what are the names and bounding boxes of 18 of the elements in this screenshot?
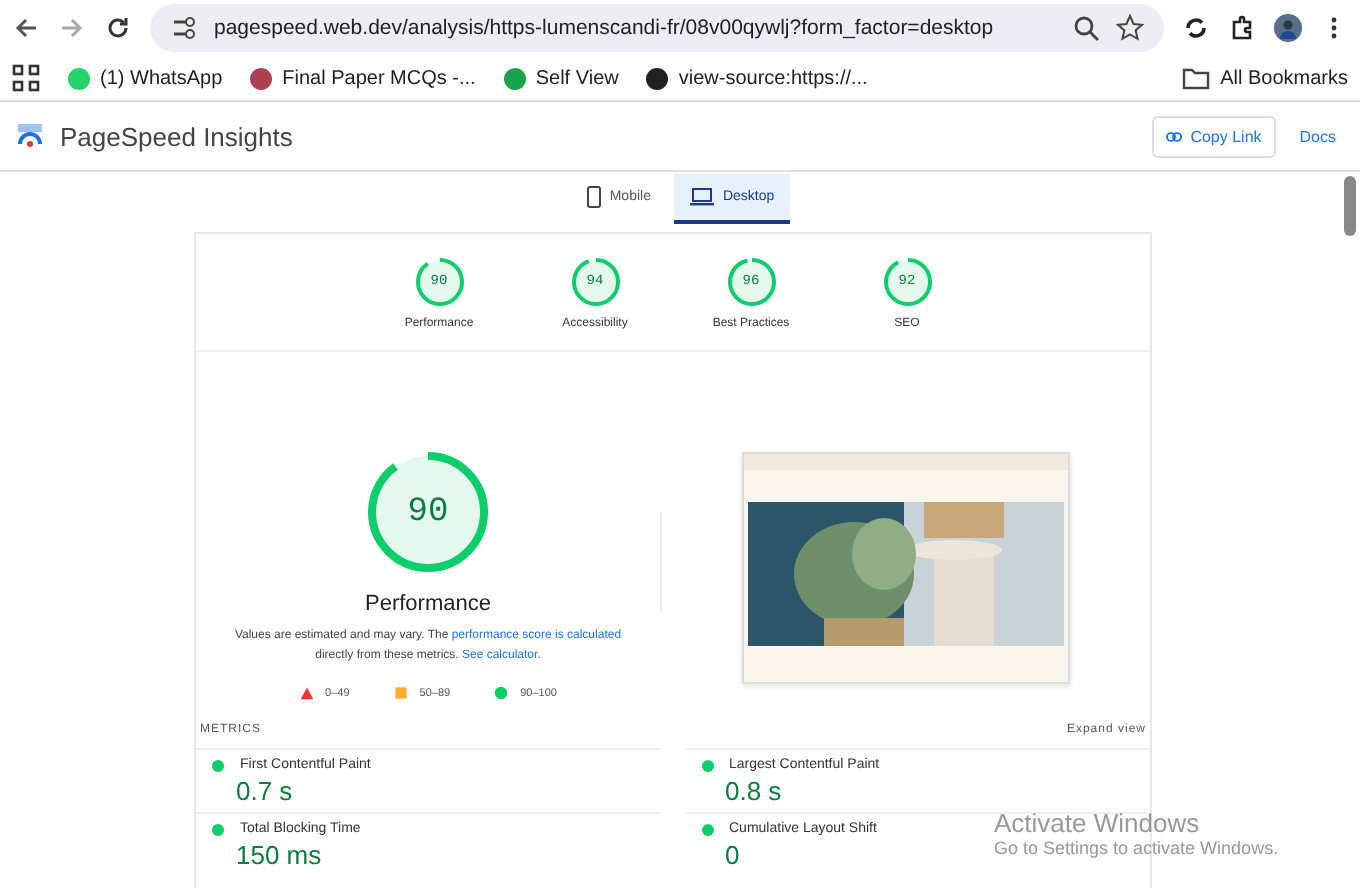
activation-subtitle: Go to Settings to activate Windows.	[994, 838, 1279, 858]
performance-title: Performance	[365, 592, 491, 616]
copy-link-button[interactable]: Copy Link	[1152, 115, 1276, 157]
metric-value: 150 ms	[236, 840, 322, 871]
bookmark[interactable]: Self View	[503, 67, 619, 89]
metric-value: 0.8 s	[725, 776, 782, 807]
address-bar[interactable]: pagespeed.web.dev/analysis/https-lumenscandi-fr/08v00qywlj?form_factor=desktop	[150, 4, 1164, 52]
bookmark[interactable]: view-source:https://...	[646, 67, 868, 89]
app-title: PageSpeed Insights	[60, 121, 293, 151]
performance-gauge: 90	[368, 452, 488, 572]
metric-value: 0	[725, 840, 740, 871]
all-bookmarks[interactable]: All Bookmarks	[1182, 64, 1348, 92]
bookmark[interactable]: Final Paper MCQs -...	[250, 67, 476, 89]
docs-link[interactable]: Docs	[1291, 127, 1344, 145]
activation-title: Activate Windows	[994, 808, 1202, 838]
metric-value: 0.7 s	[236, 776, 293, 807]
url-text: pagespeed.web.dev/analysis/https-lumenscandi-fr/08v00qywlj?form_factor=desktop	[214, 16, 996, 40]
bookmark[interactable]: (1) WhatsApp	[68, 67, 223, 89]
